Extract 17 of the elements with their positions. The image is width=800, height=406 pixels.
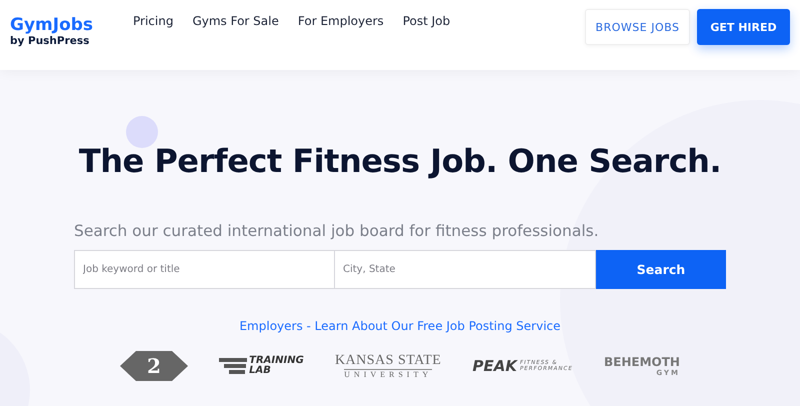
- get-hired-button[interactable]: GET HIRED: [697, 9, 790, 45]
- partner-logo: KANSAS STATE UNIVERSITY: [334, 353, 442, 379]
- logo-wordmark[interactable]: GymJobs: [10, 15, 133, 35]
- browse-jobs-button[interactable]: BROWSE JOBS: [585, 9, 690, 45]
- decorative-circle: [126, 116, 158, 148]
- partner-logo: 2: [120, 351, 188, 381]
- nav-link[interactable]: Gyms For Sale: [192, 14, 279, 28]
- location-field[interactable]: City, State: [335, 250, 596, 289]
- logo-byline: by PushPress: [10, 35, 90, 47]
- nav-link[interactable]: For Employers: [298, 14, 384, 28]
- search-button[interactable]: Search: [596, 250, 726, 289]
- hero-subtitle: Search our curated international job board for fitness professionals.: [74, 222, 600, 240]
- nav-link[interactable]: Post Job: [402, 14, 450, 28]
- nav-link[interactable]: Pricing: [133, 14, 174, 28]
- employers-link[interactable]: Employers - Learn About Our Free Job Posting Service: [239, 319, 561, 333]
- partner-logo: TRAINING LAB: [219, 356, 304, 376]
- hero-title: The Perfect Fitness Job. One Search.: [78, 142, 722, 180]
